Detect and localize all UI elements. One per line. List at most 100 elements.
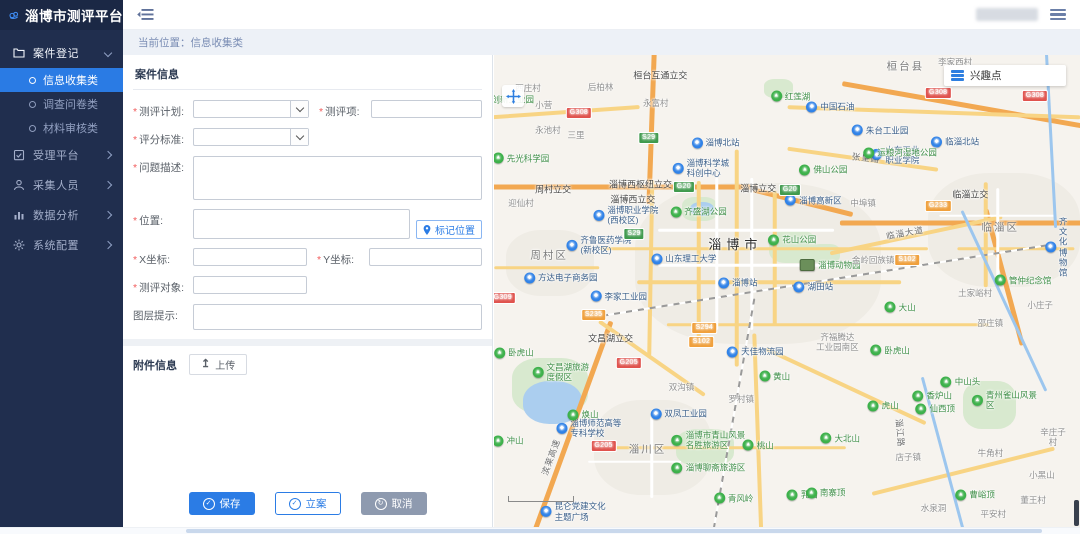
map-poi-marker[interactable]: ▲青州雀山风景区 — [972, 390, 1044, 410]
map-poi-marker[interactable]: ◆山东理工大学 — [651, 253, 716, 264]
map-poi-marker[interactable]: ◆淄博北站 — [691, 137, 739, 148]
map-label: 土家峪村 — [958, 288, 992, 298]
desc-textarea[interactable] — [193, 156, 482, 200]
map-poi-marker[interactable]: ◆临淄北站 — [931, 137, 979, 148]
scenic-poi-icon: ▲ — [787, 489, 798, 500]
sidebar-item[interactable]: 数据分析 — [0, 200, 123, 230]
map-poi-marker[interactable]: ◆淄博职业学院 (西校区) — [593, 205, 658, 225]
item-input[interactable] — [371, 100, 482, 118]
map-poi-marker[interactable]: ▲卧虎山 — [494, 347, 534, 358]
map-poi-marker[interactable]: ▲大北山 — [821, 433, 861, 444]
map-poi-marker[interactable]: ◆淄博高新区 — [785, 195, 842, 206]
upload-button[interactable]: ↥ 上传 — [189, 354, 247, 375]
chevron-down-icon — [290, 101, 308, 117]
pan-tool-button[interactable] — [502, 85, 524, 107]
horizontal-scrollbar-handle[interactable] — [186, 529, 1042, 533]
sidebar-subitem[interactable]: 信息收集类 — [0, 68, 123, 92]
map-poi-marker[interactable]: ▲先光科学园 — [494, 153, 549, 164]
map[interactable]: 淄博市临淄区周村区淄川区桓台县淄博立交临淄立交周村立交淄博西枢纽立交淄博西立交桓… — [494, 55, 1080, 528]
sidebar-subitem[interactable]: 调查问卷类 — [0, 92, 123, 116]
scenic-poi-icon: ▲ — [799, 164, 810, 175]
target-input[interactable] — [193, 276, 307, 294]
map-poi-marker[interactable]: ▲红莲湖 — [771, 91, 811, 102]
map-poi-marker[interactable]: ▲香炉山 — [913, 391, 953, 402]
scenic-poi-icon: ▲ — [672, 462, 683, 473]
map-label: 罗村镇 — [729, 394, 755, 404]
item-label: *测评项: — [319, 100, 371, 119]
vertical-scrollbar-handle[interactable] — [1074, 500, 1079, 526]
map-poi-marker[interactable]: ▲桃山 — [743, 440, 774, 451]
map-poi-marker[interactable]: ▲虎山 — [868, 400, 899, 411]
map-poi-marker[interactable]: ▲佛山公园 — [799, 164, 847, 175]
map-poi-marker[interactable]: ◆朱台工业园 — [852, 125, 909, 136]
plan-select[interactable] — [193, 100, 309, 118]
map-poi-marker[interactable]: ▲淄博市青山风景 名胜旅游区 — [672, 430, 746, 450]
header-menu-icon[interactable] — [1050, 9, 1066, 21]
map-poi-marker[interactable]: ◆湖田站 — [794, 281, 834, 292]
cancel-button[interactable]: ↻ 取消 — [361, 492, 427, 515]
place-poi-icon: ◆ — [1045, 242, 1056, 253]
map-poi-marker[interactable]: ▲齐盛湖公园 — [670, 207, 727, 218]
standard-select[interactable] — [193, 128, 309, 146]
map-poi-marker[interactable]: ▲中山头 — [941, 376, 981, 387]
map-label: 金岭回族镇 — [852, 255, 895, 265]
scenic-poi-icon: ▲ — [941, 376, 952, 387]
map-poi-marker[interactable]: ▲卧虎山 — [870, 345, 910, 356]
layer-textarea[interactable] — [193, 304, 482, 330]
map-poi-marker[interactable]: ◆李家工业园 — [591, 291, 648, 302]
scenic-poi-icon: ▲ — [670, 207, 681, 218]
map-poi-marker[interactable]: ◆淄博科学城 科创中心 — [673, 158, 730, 178]
map-poi-marker[interactable]: ▲冲山 — [494, 435, 524, 446]
map-label: 淄博市 — [708, 237, 762, 253]
map-poi-marker[interactable]: ▲南寨顶 — [806, 487, 846, 498]
sidebar-item[interactable]: 系统配置 — [0, 230, 123, 260]
map-poi-marker[interactable]: ▲大山 — [885, 302, 916, 313]
map-poi-marker[interactable]: ▲仙西顶 — [915, 403, 955, 414]
sidebar-item[interactable]: 案件登记 — [0, 38, 123, 68]
poi-layer-panel[interactable]: 兴趣点 — [944, 65, 1066, 86]
map-poi-marker[interactable]: ▲淄博聊斋旅游区 — [672, 462, 746, 473]
map-poi-marker[interactable]: ▲青风岭 — [714, 493, 754, 504]
map-poi-marker[interactable]: ▲文昌湖旅游 度假区 — [533, 362, 590, 382]
map-poi-marker[interactable]: ◆淄博站 — [718, 277, 758, 288]
sidebar-item[interactable]: 采集人员 — [0, 170, 123, 200]
y-input[interactable] — [369, 248, 482, 266]
map-poi-marker[interactable]: ▲焕山 — [568, 409, 599, 420]
map-poi-marker[interactable]: ◆齐文化博物馆 — [1045, 216, 1068, 277]
map-poi-marker[interactable]: ◆昆仑党建文化 主题广场 — [541, 501, 606, 521]
mark-location-button[interactable]: 标记位置 — [416, 220, 482, 239]
map-poi-marker[interactable]: ◆中国石油 — [806, 102, 854, 113]
map-poi-marker[interactable]: ▲运粮河湿地公园 — [863, 147, 937, 158]
map-road-badge: S29 — [623, 226, 644, 240]
map-poi-marker[interactable]: ◆方达电子商务园 — [524, 272, 598, 283]
map-poi-marker[interactable]: ◆淄博师范高等 专科学校 — [556, 418, 621, 438]
check-circle-icon: ✓ — [203, 498, 215, 510]
x-input[interactable] — [193, 248, 307, 266]
sidebar-subitem[interactable]: 材料审核类 — [0, 116, 123, 140]
scenic-poi-icon: ▲ — [759, 371, 770, 382]
chevron-right-icon — [104, 211, 112, 219]
collapse-sidebar-icon[interactable] — [137, 8, 154, 21]
user-name-redacted[interactable] — [976, 8, 1038, 21]
save-button[interactable]: ✓ 保存 — [189, 492, 255, 515]
circle-bullet-icon — [29, 125, 36, 132]
map-poi-marker[interactable]: ◆齐鲁医药学院 (新校区) — [566, 235, 631, 255]
map-road-badge: S29 — [638, 130, 659, 144]
scenic-poi-icon: ▲ — [885, 302, 896, 313]
location-textarea[interactable] — [193, 209, 410, 239]
file-case-button[interactable]: ✓ 立案 — [275, 492, 341, 515]
place-poi-icon: ◆ — [931, 137, 942, 148]
map-poi-marker[interactable]: ▲管仲纪念馆 — [995, 275, 1052, 286]
scenic-poi-icon: ▲ — [870, 345, 881, 356]
place-poi-icon: ◆ — [806, 102, 817, 113]
map-poi-marker[interactable]: ◆双凤工业园 — [650, 409, 707, 420]
place-poi-icon: ◆ — [524, 272, 535, 283]
sidebar-item[interactable]: 受理平台 — [0, 140, 123, 170]
map-poi-marker[interactable]: ◆天佳物流园 — [727, 347, 784, 358]
map-poi-marker[interactable]: ▲黄山 — [759, 371, 790, 382]
sidebar: 淄博市测评平台 案件登记信息收集类调查问卷类材料审核类受理平台采集人员数据分析系… — [0, 0, 123, 528]
map-road-badge: G20 — [779, 182, 801, 196]
map-poi-marker[interactable]: ▲曹峪顶 — [955, 489, 995, 500]
upload-icon: ↥ — [201, 359, 210, 370]
map-poi-marker[interactable]: ▲花山公园 — [768, 234, 816, 245]
